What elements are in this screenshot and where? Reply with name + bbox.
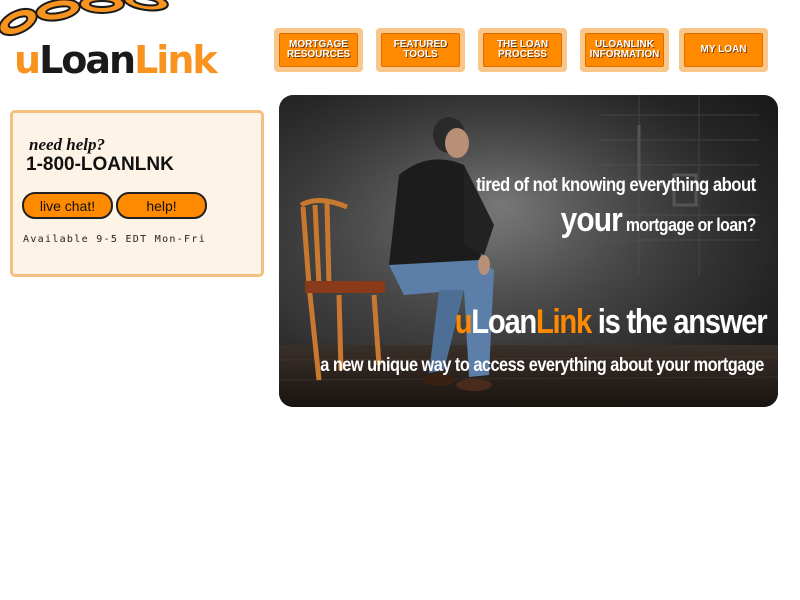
hero-tagline: a new unique way to access everything ab… bbox=[320, 355, 764, 376]
help-hours: Available 9-5 EDT Mon-Fri bbox=[23, 234, 207, 245]
site-logo[interactable]: uLoanLink bbox=[14, 38, 218, 82]
nav-featured-tools[interactable]: FEATURED TOOLS bbox=[376, 28, 465, 72]
logo-loan: Loan bbox=[39, 38, 136, 82]
hero-line-1: tired of not knowing everything about bbox=[476, 175, 756, 196]
hero-answer-u: u bbox=[454, 303, 472, 341]
hero-line-2: your mortgage or loan? bbox=[560, 201, 757, 240]
nav-my-loan-label: MY LOAN bbox=[684, 33, 763, 67]
live-chat-button[interactable]: live chat! bbox=[22, 192, 113, 219]
nav-loan-process-label: THE LOAN PROCESS bbox=[483, 33, 562, 67]
nav-uloanlink-information[interactable]: uLoanLink INFORMATION bbox=[580, 28, 669, 72]
logo-u: u bbox=[14, 38, 41, 82]
hero-answer-link: Link bbox=[535, 303, 592, 341]
help-button[interactable]: help! bbox=[116, 192, 207, 219]
hero-line-2-rest: mortgage or loan? bbox=[625, 215, 757, 235]
hero-answer-loan: Loan bbox=[471, 303, 537, 341]
nav-featured-tools-label: FEATURED TOOLS bbox=[381, 33, 460, 67]
nav-mortgage-resources-label: MORTGAGE RESOURCES bbox=[279, 33, 358, 67]
help-phone-number: 1-800-LOANLNK bbox=[26, 154, 174, 175]
hero-answer-rest: is the answer bbox=[597, 303, 768, 341]
hero-banner[interactable]: tired of not knowing everything about yo… bbox=[279, 95, 778, 407]
logo-link: Link bbox=[134, 38, 218, 82]
nav-my-loan[interactable]: MY LOAN bbox=[679, 28, 768, 72]
hero-answer: uLoanLink is the answer bbox=[454, 303, 768, 342]
nav-loan-process[interactable]: THE LOAN PROCESS bbox=[478, 28, 567, 72]
hero-your: your bbox=[560, 201, 623, 239]
nav-uloanlink-information-label: uLoanLink INFORMATION bbox=[585, 33, 664, 67]
help-panel: need help? 1-800-LOANLNK live chat! help… bbox=[10, 110, 264, 277]
nav-mortgage-resources[interactable]: MORTGAGE RESOURCES bbox=[274, 28, 363, 72]
help-title: need help? bbox=[29, 135, 106, 154]
